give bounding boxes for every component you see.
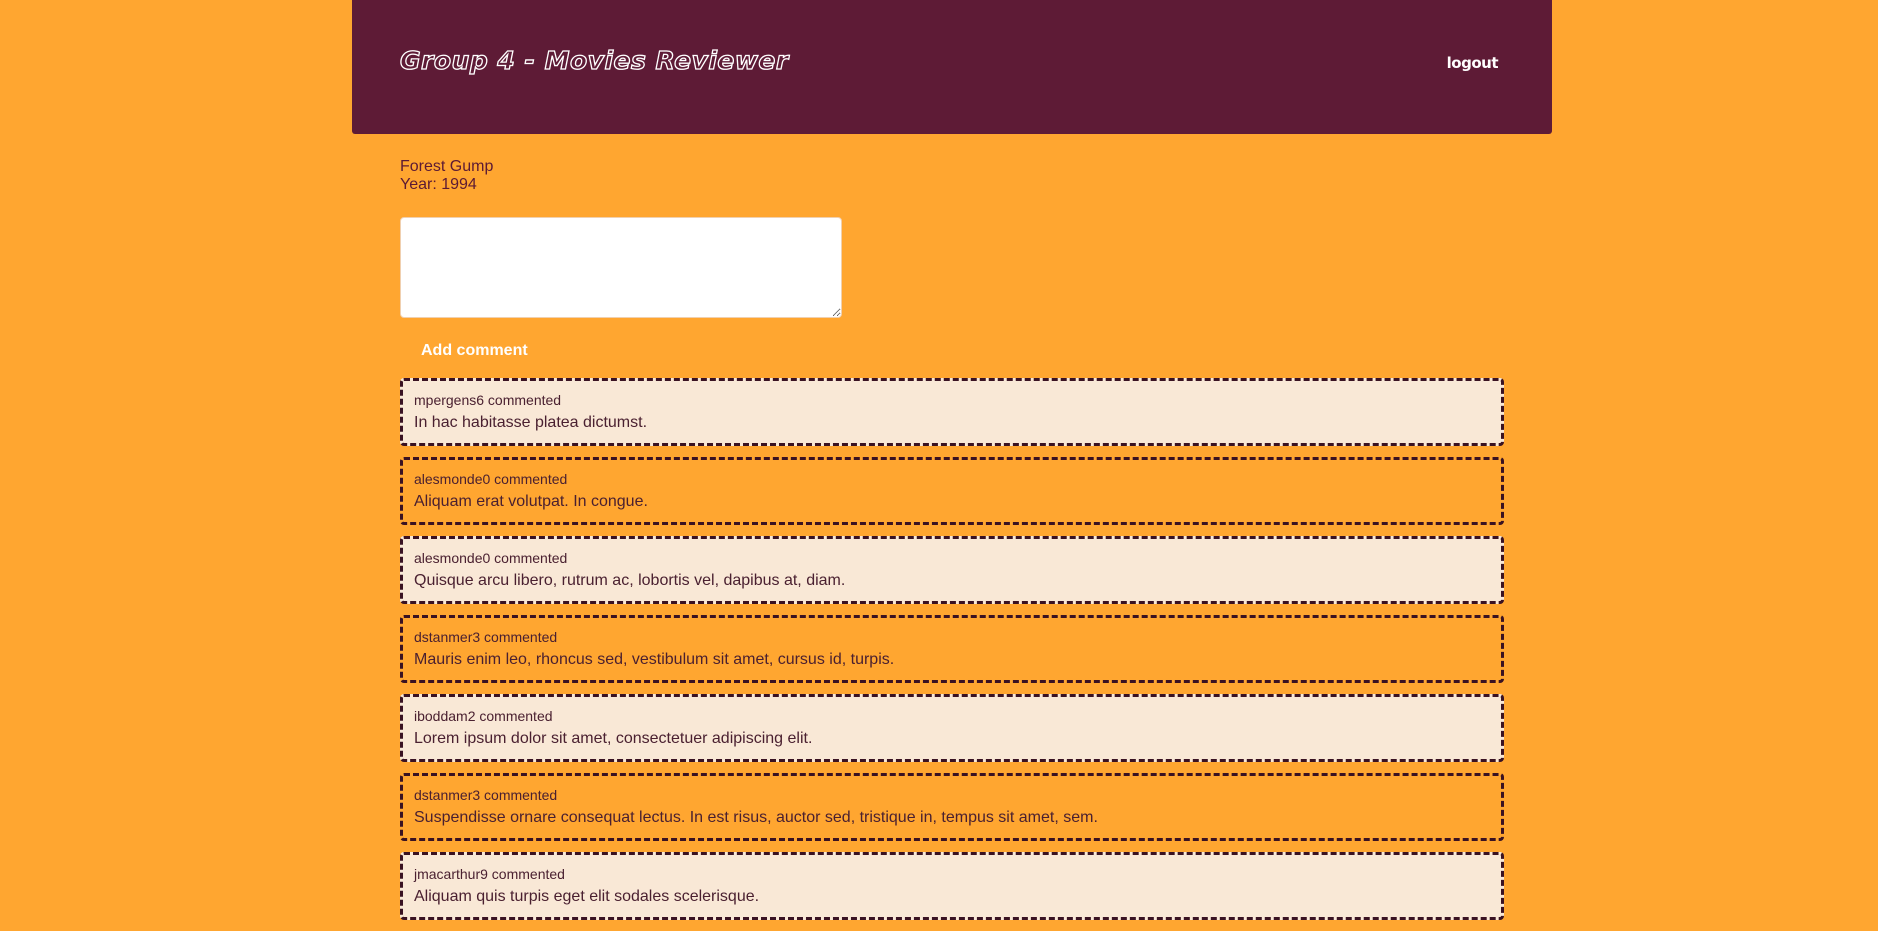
comment-item: dstanmer3 commented Suspendisse ornare c… <box>400 773 1504 841</box>
comment-textarea[interactable] <box>400 217 842 318</box>
movie-title: Forest Gump <box>400 158 494 175</box>
comment-item: alesmonde0 commented Quisque arcu libero… <box>400 536 1504 604</box>
comment-text: Aliquam erat volutpat. In congue. <box>414 493 648 510</box>
comment-item: dstanmer3 commented Mauris enim leo, rho… <box>400 615 1504 683</box>
comments-list: mpergens6 commented In hac habitasse pla… <box>400 378 1504 920</box>
comment-author: alesmonde0 commented <box>414 550 568 566</box>
comment-author: mpergens6 commented <box>414 392 562 408</box>
comment-author: jmacarthur9 commented <box>414 866 565 882</box>
comment-author: dstanmer3 commented <box>414 629 558 645</box>
comment-text: Suspendisse ornare consequat lectus. In … <box>414 809 1098 826</box>
comment-text: Mauris enim leo, rhoncus sed, vestibulum… <box>414 651 895 668</box>
logout-link[interactable]: logout <box>1447 54 1499 72</box>
comment-author: alesmonde0 commented <box>414 471 568 487</box>
site-brand: Group 4 - Movies Reviewer <box>399 45 789 75</box>
comment-item: mpergens6 commented In hac habitasse pla… <box>400 378 1504 446</box>
comment-item: jmacarthur9 commented Aliquam quis turpi… <box>400 852 1504 920</box>
comment-author: iboddam2 commented <box>414 708 553 724</box>
site-header: Group 4 - Movies Reviewer logout <box>352 0 1552 134</box>
comment-author: dstanmer3 commented <box>414 787 558 803</box>
comment-item: iboddam2 commented Lorem ipsum dolor sit… <box>400 694 1504 762</box>
movie-detail: Forest Gump Year: 1994 Add comment mperg… <box>400 158 1504 931</box>
comment-text: Aliquam quis turpis eget elit sodales sc… <box>414 888 760 905</box>
comment-text: Lorem ipsum dolor sit amet, consectetuer… <box>414 730 813 747</box>
movie-year: Year: 1994 <box>400 176 477 193</box>
comment-text: Quisque arcu libero, rutrum ac, lobortis… <box>414 572 846 589</box>
comment-item: alesmonde0 commented Aliquam erat volutp… <box>400 457 1504 525</box>
add-comment-button[interactable]: Add comment <box>421 342 528 360</box>
comment-text: In hac habitasse platea dictumst. <box>414 414 648 431</box>
